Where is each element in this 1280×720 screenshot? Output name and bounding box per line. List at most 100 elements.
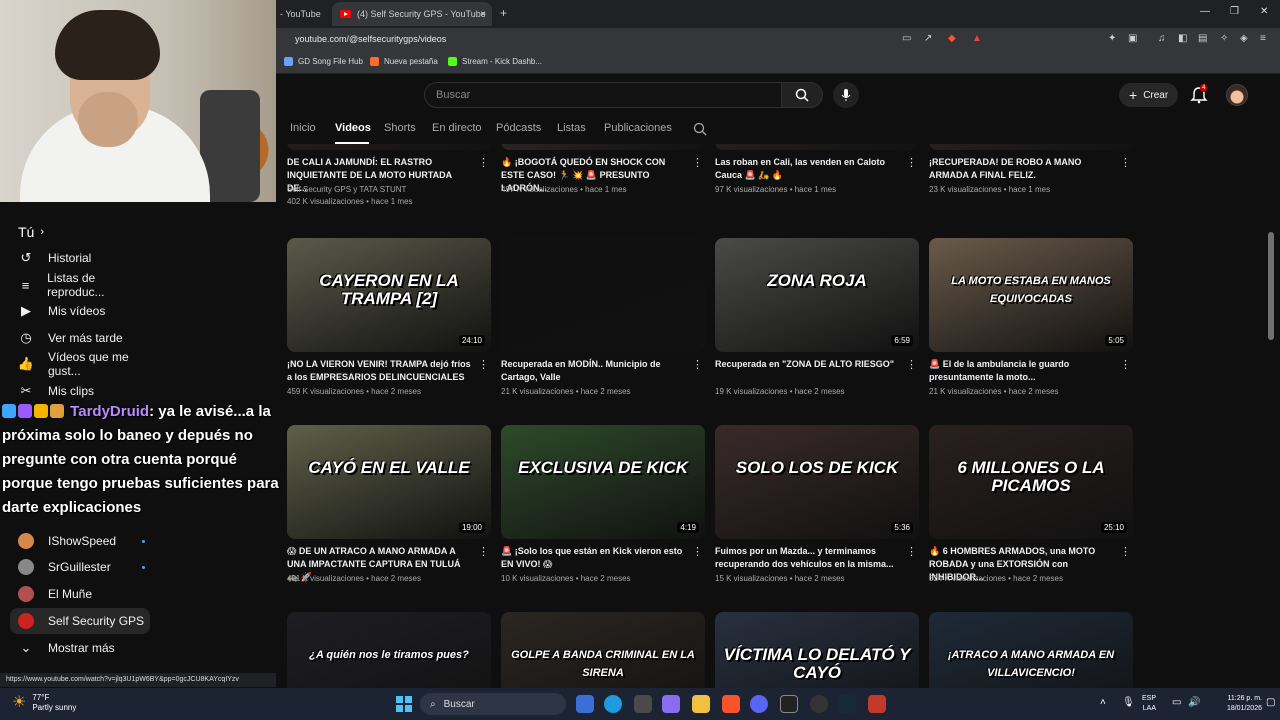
video-title[interactable]: 🚨 ¡Solo los que están en Kick vieron est…: [501, 545, 687, 571]
video-title[interactable]: Recuperada en "ZONA DE ALTO RIESGO": [715, 358, 901, 371]
page-scrollbar[interactable]: [1268, 232, 1274, 340]
video-card[interactable]: GOLPE A BANDA CRIMINAL EN LA SIRENA: [501, 612, 705, 688]
sidebar-show-more[interactable]: ⌄ Mostrar más: [10, 635, 150, 661]
video-thumbnail[interactable]: SOLO LOS DE KICK 5:36: [715, 425, 919, 539]
more-options-icon[interactable]: ⋮: [478, 545, 489, 558]
browser-tab-active[interactable]: (4) Self Security GPS - YouTube ×: [332, 2, 492, 26]
sidebar-sub-ishowspeed[interactable]: IShowSpeed: [10, 528, 150, 554]
video-title[interactable]: Fuimos por un Mazda... y terminamos recu…: [715, 545, 901, 571]
bookmark-gd-song[interactable]: GD Song File Hub: [284, 57, 363, 66]
video-thumbnail[interactable]: [501, 144, 705, 150]
extensions-icon[interactable]: ✦: [1108, 33, 1116, 44]
weather-widget[interactable]: ☀ 77°F Partly sunny: [12, 693, 76, 713]
video-thumbnail[interactable]: [715, 144, 919, 150]
leo-icon[interactable]: ✧: [1220, 33, 1228, 44]
video-card[interactable]: 🔥 ¡BOGOTÁ QUEDÓ EN SHOCK CON ESTE CASO! …: [501, 144, 705, 194]
discord-icon[interactable]: [750, 695, 768, 713]
edge-icon[interactable]: [604, 695, 622, 713]
tab-podcasts[interactable]: Pódcasts: [496, 122, 541, 134]
video-title[interactable]: Recuperada en MODÍN.. Municipio de Carta…: [501, 358, 687, 384]
sidebar-item-liked[interactable]: 👍 Vídeos que me gust...: [10, 350, 150, 378]
video-card[interactable]: ¿A quién nos le tiramos pues?: [287, 612, 491, 688]
url-field[interactable]: youtube.com/@selfsecuritygps/videos: [295, 34, 446, 44]
video-thumbnail[interactable]: ¡ATRACO A MANO ARMADA EN VILLAVICENCIO!: [929, 612, 1133, 688]
tab-videos[interactable]: Videos: [335, 122, 371, 134]
brave-shield-icon[interactable]: ◆: [948, 33, 956, 44]
sidebar-item-watch-later[interactable]: ◷ Ver más tarde: [10, 325, 150, 351]
store-icon[interactable]: [634, 695, 652, 713]
tab-en-directo[interactable]: En directo: [432, 122, 482, 134]
account-avatar[interactable]: [1226, 84, 1248, 106]
tab-listas[interactable]: Listas: [557, 122, 586, 134]
screenshot-icon[interactable]: ▣: [1128, 33, 1137, 44]
video-card[interactable]: ¡ATRACO A MANO ARMADA EN VILLAVICENCIO!: [929, 612, 1133, 688]
notification-center-icon[interactable]: ▢: [1266, 697, 1275, 708]
close-icon[interactable]: ×: [480, 9, 486, 20]
video-card[interactable]: DE CALI A JAMUNDÍ: EL RASTRO INQUIETANTE…: [287, 144, 491, 206]
video-card[interactable]: EXCLUSIVA DE KICK 4:19 🚨 ¡Solo los que est…: [501, 425, 705, 583]
you-section-header[interactable]: Tú ›: [18, 224, 44, 240]
video-card[interactable]: Recuperada en MODÍN.. Municipio de Carta…: [501, 238, 705, 396]
video-card[interactable]: ¡RECUPERADA! DE ROBO A MANO ARMADA A FIN…: [929, 144, 1133, 194]
video-title[interactable]: Las roban en Cali, las venden en Caloto …: [715, 156, 901, 182]
steam-icon[interactable]: [838, 695, 856, 713]
video-thumbnail[interactable]: 6 MILLONES O LA PICAMOS 25:10: [929, 425, 1133, 539]
video-title[interactable]: ¡RECUPERADA! DE ROBO A MANO ARMADA A FIN…: [929, 156, 1115, 182]
more-options-icon[interactable]: ⋮: [906, 358, 917, 371]
media-icon[interactable]: ♫: [1158, 33, 1166, 44]
video-thumbnail[interactable]: [287, 144, 491, 150]
video-card[interactable]: LA MOTO ESTABA EN MANOS EQUIVOCADAS 5:05 🚨…: [929, 238, 1133, 396]
channel-search-icon[interactable]: [693, 122, 707, 136]
more-options-icon[interactable]: ⋮: [692, 358, 703, 371]
bookmark-new-tab[interactable]: Nueva pestaña: [370, 57, 438, 66]
sidebar-toggle-icon[interactable]: ◧: [1178, 33, 1187, 44]
video-card[interactable]: CAYERON EN LA TRAMPA [2] 24:10 ¡NO LA VIER…: [287, 238, 491, 396]
browser-tab[interactable]: - YouTube: [280, 2, 330, 26]
video-thumbnail[interactable]: CAYÓ EN EL VALLE 19:00: [287, 425, 491, 539]
video-thumbnail[interactable]: CAYERON EN LA TRAMPA [2] 24:10: [287, 238, 491, 352]
video-title[interactable]: 🚨 El de la ambulancia le guardo presunta…: [929, 358, 1115, 384]
sidebar-item-my-videos[interactable]: ▶ Mis vídeos: [10, 298, 150, 324]
video-thumbnail[interactable]: LA MOTO ESTABA EN MANOS EQUIVOCADAS 5:05: [929, 238, 1133, 352]
network-icon[interactable]: ▭: [1172, 697, 1181, 708]
more-options-icon[interactable]: ⋮: [692, 156, 703, 169]
video-thumbnail[interactable]: [501, 238, 705, 352]
create-button[interactable]: + Crear: [1119, 83, 1179, 107]
sidebar-item-history[interactable]: ↺ Historial: [10, 245, 150, 271]
video-card[interactable]: CAYÓ EN EL VALLE 19:00 😱 DE UN ATRACO A MA…: [287, 425, 491, 583]
video-thumbnail[interactable]: ¿A quién nos le tiramos pues?: [287, 612, 491, 688]
volume-icon[interactable]: 🔊: [1188, 697, 1200, 708]
more-options-icon[interactable]: ⋮: [1120, 545, 1131, 558]
more-options-icon[interactable]: ⋮: [1120, 156, 1131, 169]
menu-icon[interactable]: ≡: [1260, 33, 1266, 44]
close-window-icon[interactable]: ✕: [1260, 6, 1268, 17]
tab-inicio[interactable]: Inicio: [290, 122, 316, 134]
clock[interactable]: 11:26 p. m. 18/01/2026: [1206, 694, 1262, 714]
tray-chevron-icon[interactable]: ˄: [1100, 697, 1106, 708]
tab-shorts[interactable]: Shorts: [384, 122, 416, 134]
wallet-icon[interactable]: ▤: [1198, 33, 1207, 44]
windows-start-icon[interactable]: [396, 696, 412, 712]
more-options-icon[interactable]: ⋮: [1120, 358, 1131, 371]
tab-publicaciones[interactable]: Publicaciones: [604, 122, 672, 134]
video-card[interactable]: ZONA ROJA 6:59 Recuperada en "ZONA DE ALTO…: [715, 238, 919, 396]
epic-games-icon[interactable]: [780, 695, 798, 713]
video-card[interactable]: SOLO LOS DE KICK 5:36 Fuimos por un Mazda.…: [715, 425, 919, 583]
sidebar-item-playlists[interactable]: ≡ Listas de reproduc...: [10, 271, 150, 299]
install-app-icon[interactable]: ▭: [902, 33, 911, 44]
brave-browser-icon[interactable]: [722, 695, 740, 713]
video-thumbnail[interactable]: ZONA ROJA 6:59: [715, 238, 919, 352]
file-explorer-icon[interactable]: [692, 695, 710, 713]
maximize-icon[interactable]: ❐: [1230, 6, 1239, 17]
language-indicator[interactable]: ESP LAA: [1142, 694, 1156, 714]
video-thumbnail[interactable]: [929, 144, 1133, 150]
more-options-icon[interactable]: ⋮: [906, 545, 917, 558]
video-thumbnail[interactable]: GOLPE A BANDA CRIMINAL EN LA SIRENA: [501, 612, 705, 688]
video-card[interactable]: Las roban en Cali, las venden en Caloto …: [715, 144, 919, 194]
video-card[interactable]: 6 MILLONES O LA PICAMOS 25:10 🔥 6 HOMBRES …: [929, 425, 1133, 583]
more-options-icon[interactable]: ⋮: [906, 156, 917, 169]
copilot-icon[interactable]: [662, 695, 680, 713]
task-view-icon[interactable]: [576, 695, 594, 713]
mic-tray-icon[interactable]: 🎙: [1122, 697, 1135, 708]
video-thumbnail[interactable]: EXCLUSIVA DE KICK 4:19: [501, 425, 705, 539]
